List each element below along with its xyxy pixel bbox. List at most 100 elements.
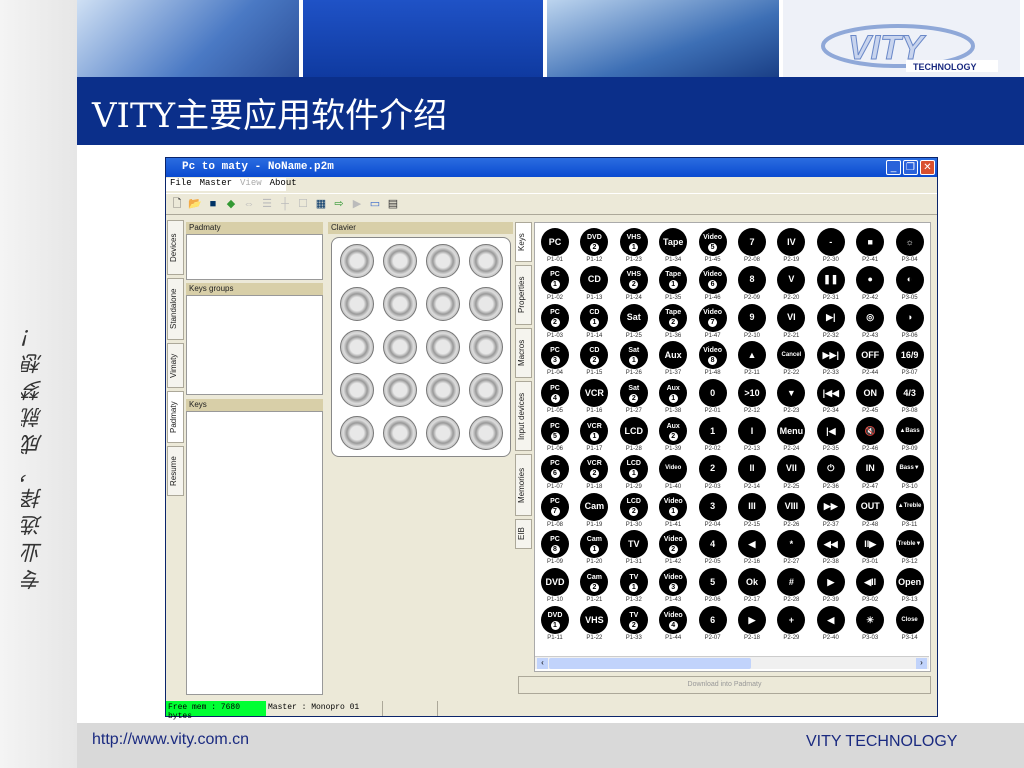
key-button[interactable]: Cam 1 <box>580 530 609 559</box>
key-button[interactable]: Tape 1 <box>659 265 688 294</box>
key-button[interactable]: VCR <box>580 379 609 408</box>
key-button[interactable]: Sat <box>619 303 648 332</box>
key-button[interactable]: DVD 2 <box>580 228 609 256</box>
key-button[interactable]: Video <box>659 454 688 483</box>
key-button[interactable]: ◀◀ <box>816 530 845 559</box>
key-button[interactable]: Video 2 <box>659 530 688 559</box>
key-button[interactable]: Tape <box>659 228 688 256</box>
key-button[interactable]: >10 <box>738 379 766 408</box>
key-button[interactable]: III <box>738 492 766 521</box>
key-button[interactable]: ▼ <box>777 379 806 408</box>
clavier-button[interactable] <box>469 244 503 278</box>
key-button[interactable]: ▲ <box>738 341 766 370</box>
key-button[interactable]: CD 2 <box>580 341 609 370</box>
key-button[interactable]: Open <box>895 568 924 597</box>
close-button[interactable]: ✕ <box>920 160 935 175</box>
key-button[interactable]: 5 <box>698 568 727 597</box>
transfer-icon[interactable]: ⇨ <box>332 197 346 211</box>
keys-groups-list[interactable] <box>186 295 323 395</box>
menu-view[interactable]: View <box>240 178 262 191</box>
key-button[interactable]: PC 3 <box>541 341 569 370</box>
key-button[interactable]: Menu <box>777 417 806 445</box>
clavier-button[interactable] <box>469 330 503 364</box>
key-button[interactable]: Aux 1 <box>659 379 688 408</box>
key-button[interactable]: Treble▼ <box>895 530 924 559</box>
key-button[interactable]: ▲Treble <box>895 492 924 521</box>
tab-resume[interactable]: Resume <box>167 446 184 496</box>
key-button[interactable]: 4/3 <box>895 379 924 408</box>
key-button[interactable]: 4 <box>698 530 727 559</box>
key-button[interactable]: IV <box>777 228 806 256</box>
clavier-button[interactable] <box>340 416 374 450</box>
tree-icon[interactable]: ☰ <box>260 197 274 211</box>
device-icon[interactable]: ◆ <box>224 197 238 211</box>
clavier-button[interactable] <box>340 287 374 321</box>
key-button[interactable]: Cancel <box>777 341 806 370</box>
key-button[interactable]: ☼ <box>895 228 924 256</box>
clavier-button[interactable] <box>426 244 460 278</box>
key-button[interactable]: 6 <box>698 606 727 634</box>
key-button[interactable]: ◐ <box>895 265 924 294</box>
key-button[interactable]: Video 3 <box>659 568 688 597</box>
key-button[interactable]: Video 5 <box>698 228 727 256</box>
tab-memories[interactable]: Memories <box>515 454 532 516</box>
tab-input-devices[interactable]: Input devices <box>515 381 532 451</box>
clavier-button[interactable] <box>426 330 460 364</box>
key-button[interactable]: Close <box>895 606 924 634</box>
key-button[interactable]: II▶ <box>856 530 885 559</box>
tab-devices[interactable]: Devices <box>167 220 184 275</box>
key-button[interactable]: Ok <box>738 568 766 597</box>
clavier-button[interactable] <box>426 373 460 407</box>
key-button[interactable]: 3 <box>698 492 727 521</box>
tab-standalone[interactable]: Standalone <box>167 278 184 340</box>
key-button[interactable]: 7 <box>738 228 766 256</box>
key-button[interactable]: Video 8 <box>698 341 727 370</box>
menu-about[interactable]: About <box>270 178 297 191</box>
tab-properties[interactable]: Properties <box>515 265 532 325</box>
key-button[interactable]: ▶ <box>816 568 845 597</box>
key-button[interactable]: ▶| <box>816 303 845 332</box>
document-icon[interactable]: ▤ <box>386 197 400 211</box>
link-icon[interactable]: ⇔ <box>242 197 256 211</box>
open-folder-icon[interactable]: 📂 <box>188 197 202 211</box>
key-button[interactable]: PC 4 <box>541 379 569 408</box>
key-button[interactable]: 2 <box>698 454 727 483</box>
clavier-button[interactable] <box>469 416 503 450</box>
key-button[interactable]: Bass▼ <box>895 454 924 483</box>
key-button[interactable]: DVD <box>541 568 569 597</box>
key-button[interactable]: ▶▶| <box>816 341 845 370</box>
key-button[interactable]: OUT <box>856 492 885 521</box>
clavier-button[interactable] <box>383 244 417 278</box>
key-button[interactable]: CD 1 <box>580 303 609 332</box>
key-button[interactable]: Aux 2 <box>659 417 688 445</box>
download-button[interactable]: Download into Padmaty <box>518 676 931 694</box>
clavier-button[interactable] <box>340 330 374 364</box>
key-button[interactable]: PC <box>541 228 569 256</box>
scroll-left-arrow[interactable]: ‹ <box>537 658 548 669</box>
frame-icon[interactable]: ☐ <box>296 197 310 211</box>
key-button[interactable]: PC 7 <box>541 492 569 521</box>
tab-vimaty[interactable]: Vimaty <box>167 343 184 388</box>
key-button[interactable]: ■ <box>856 228 885 256</box>
key-button[interactable]: IN <box>856 454 885 483</box>
key-button[interactable]: Cam 2 <box>580 568 609 597</box>
clavier-button[interactable] <box>383 416 417 450</box>
tab-keys[interactable]: Keys <box>515 222 532 262</box>
horizontal-scrollbar[interactable]: ‹ › <box>535 656 929 669</box>
key-button[interactable]: LCD 2 <box>619 492 648 521</box>
key-button[interactable]: ❚❚ <box>816 265 845 294</box>
menu-file[interactable]: File <box>170 178 192 191</box>
key-button[interactable]: ◀II <box>856 568 885 597</box>
key-button[interactable]: Sat 2 <box>619 379 648 408</box>
key-button[interactable]: Sat 1 <box>619 341 648 370</box>
clavier-button[interactable] <box>469 287 503 321</box>
key-button[interactable]: |◀ <box>816 417 845 445</box>
key-button[interactable]: Video 7 <box>698 303 727 332</box>
key-button[interactable]: Aux <box>659 341 688 370</box>
scroll-right-arrow[interactable]: › <box>916 658 927 669</box>
key-button[interactable]: TV <box>619 530 648 559</box>
key-button[interactable]: VII <box>777 454 806 483</box>
play-icon[interactable]: ▶ <box>350 197 364 211</box>
key-button[interactable]: PC 6 <box>541 454 569 483</box>
key-button[interactable]: Video 6 <box>698 265 727 294</box>
